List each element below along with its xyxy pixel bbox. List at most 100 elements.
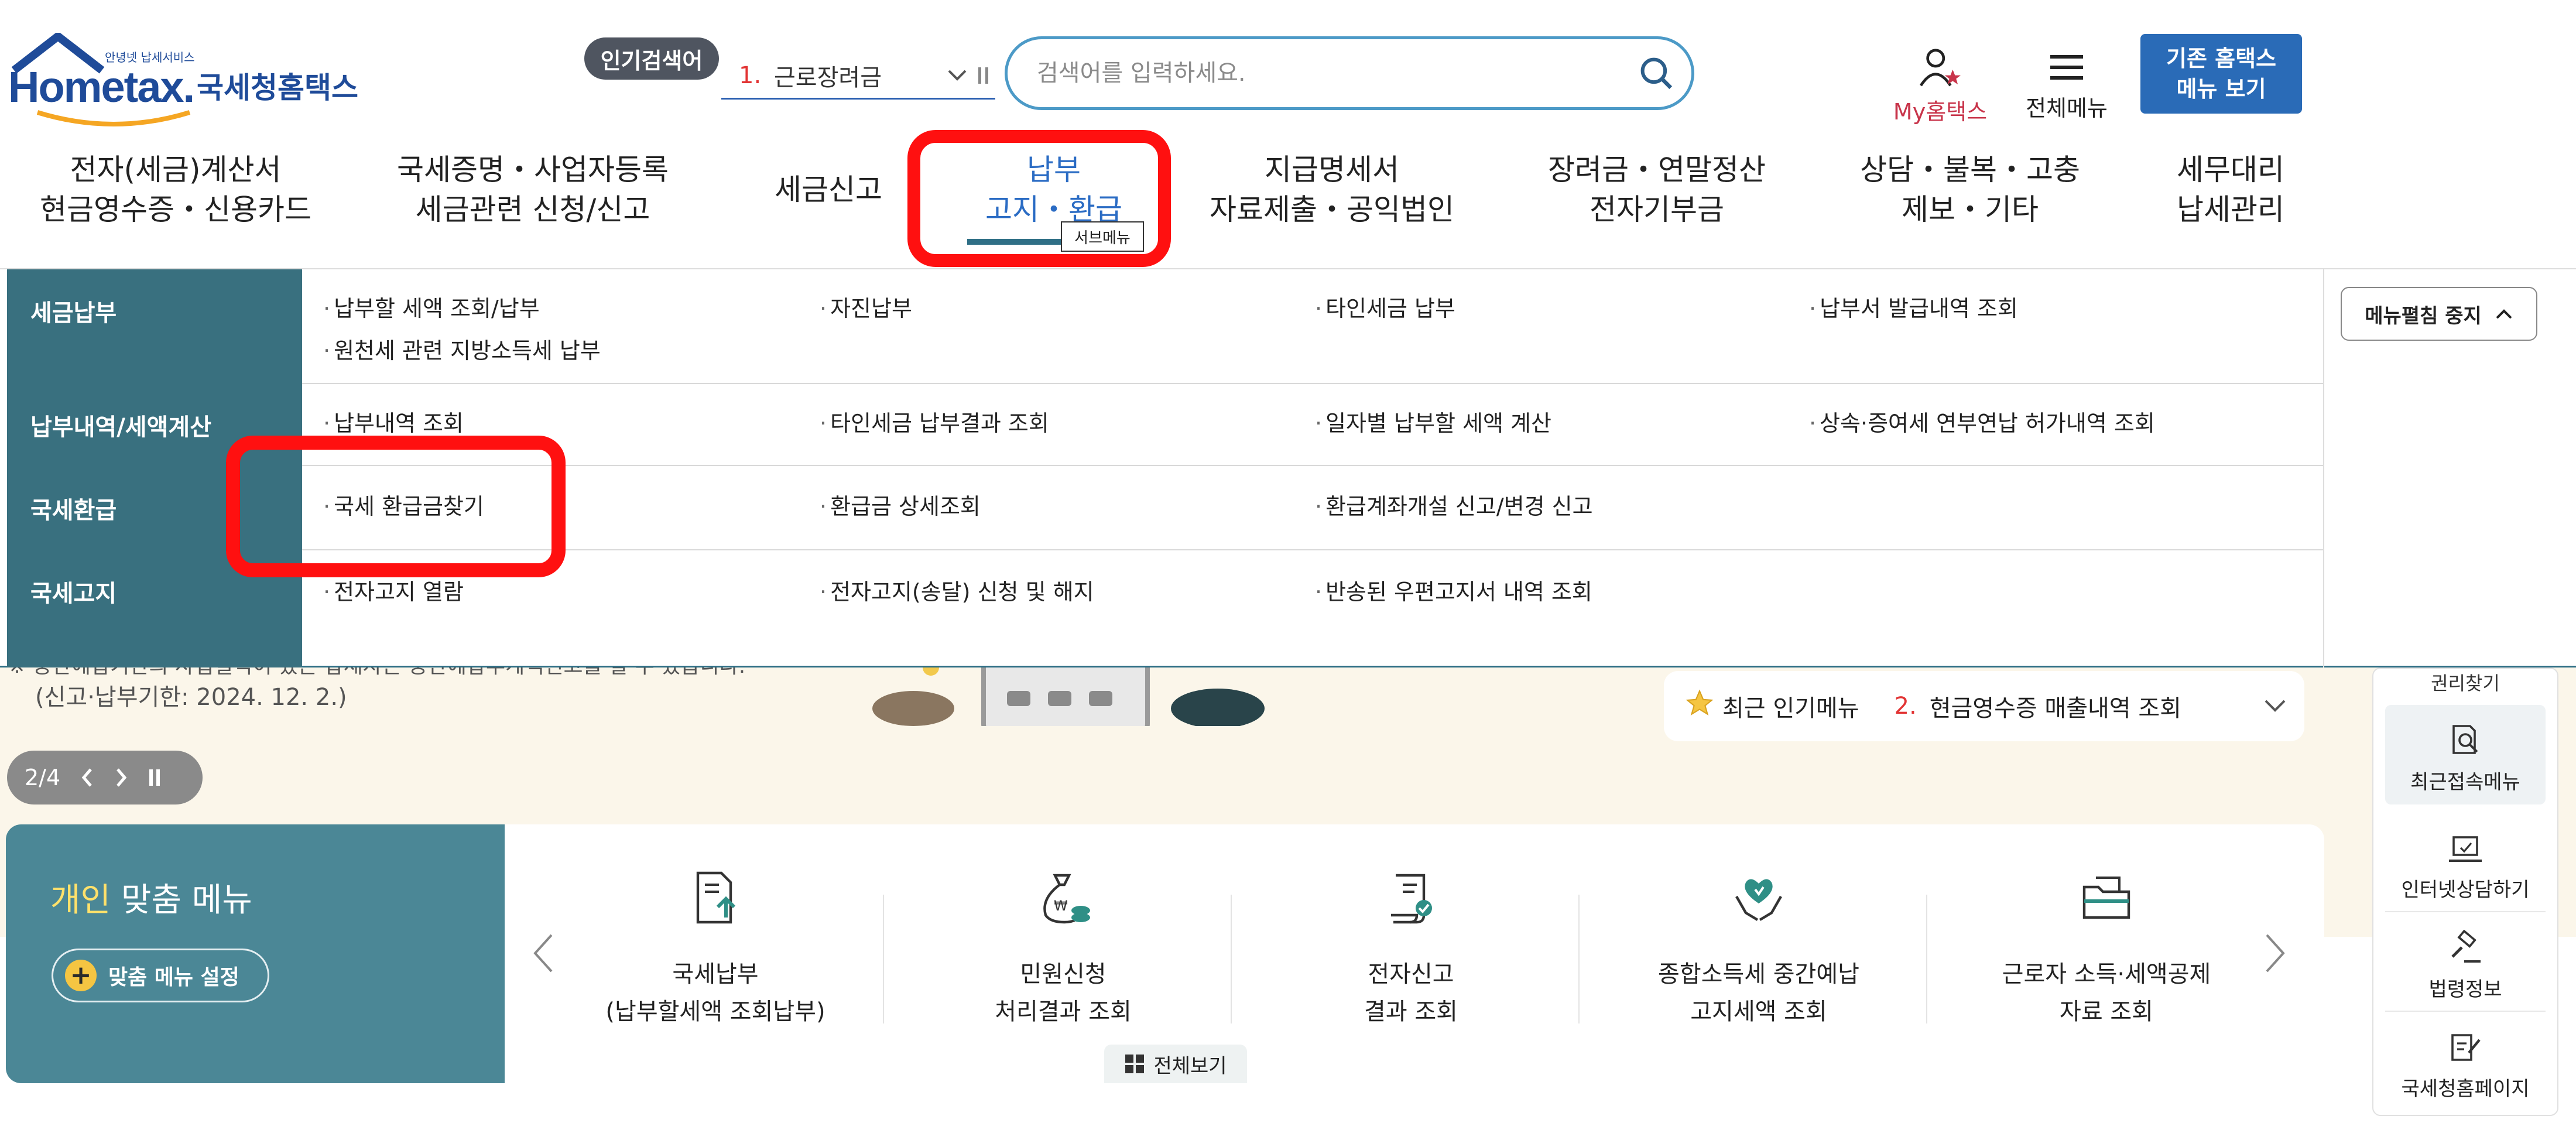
legacy-line1: 기존 홈택스 <box>2166 46 2277 71</box>
heart-hands-icon <box>1735 879 1782 921</box>
custom-menu-setting-button[interactable]: + 맞춤 메뉴 설정 <box>52 949 269 1002</box>
chevron-down-icon[interactable] <box>943 61 972 90</box>
popular-menu-item[interactable]: 현금영수증 매출내역 조회 <box>1930 689 2246 723</box>
link-local-income-tax[interactable]: 원천세 관련 지방소득세 납부 <box>323 333 601 365</box>
submenu-row-history: 납부내역 조회 타인세금 납부결과 조회 일자별 납부할 세액 계산 상속·증여… <box>302 384 2323 466</box>
personal-item-line2: 자료 조회 <box>2060 998 2153 1025</box>
gnb-item-statement[interactable]: 지급명세서 자료제출・공익법인 <box>1194 150 1469 244</box>
link-installment-permit[interactable]: 상속·증여세 연부연납 허가내역 조회 <box>1809 405 2155 437</box>
chevron-left-icon <box>533 934 553 973</box>
pager-pause-icon[interactable] <box>148 768 162 787</box>
link-payment-history[interactable]: 납부내역 조회 <box>323 405 464 437</box>
category-tax-payment[interactable]: 세금납부 <box>7 269 302 384</box>
search-icon[interactable] <box>1621 39 1691 107</box>
document-search-icon <box>2452 725 2478 754</box>
link-daily-tax-calc[interactable]: 일자별 납부할 세액 계산 <box>1315 405 1551 437</box>
quick-item-rights[interactable]: 권리찾기 <box>2373 669 2557 692</box>
link-refund-account[interactable]: 환급계좌개설 신고/변경 신고 <box>1315 488 1592 521</box>
link-other-payment-result[interactable]: 타인세금 납부결과 조회 <box>820 405 1049 437</box>
personal-item-line1: 종합소득세 중간예납 <box>1658 961 1859 988</box>
view-all-button[interactable]: 전체보기 <box>1104 1045 1247 1083</box>
divider <box>883 895 884 1023</box>
gnb-line2: 현금영수증・신용카드 <box>40 193 311 227</box>
gnb-line1: 세무대리 <box>2177 153 2284 187</box>
scroll-check-icon <box>1391 874 1432 924</box>
personal-title-accent: 개인 <box>50 881 111 919</box>
gnb-line1: 전자(세금)계산서 <box>70 153 282 187</box>
gnb-line1: 상담・불복・고충 <box>1860 153 2080 187</box>
divider <box>1926 895 1927 1023</box>
my-hometax-button[interactable]: My홈택스 <box>1888 47 1993 126</box>
stop-menu-expand-button[interactable]: 메뉴펼침 중지 <box>2341 287 2537 341</box>
laptop-icon <box>2449 836 2482 862</box>
gnb-item-invoice[interactable]: 전자(세금)계산서 현금영수증・신용카드 <box>29 150 322 244</box>
link-other-tax-payment[interactable]: 타인세금 납부 <box>1315 290 1455 323</box>
gnb-line1: 국세증명・사업자등록 <box>397 153 669 187</box>
link-e-notice-view[interactable]: 전자고지 열람 <box>323 574 464 606</box>
link-e-notice-apply[interactable]: 전자고지(송달) 신청 및 해지 <box>820 574 1094 606</box>
popular-menu-ticker[interactable]: 최근 인기메뉴 2. 현금영수증 매출내역 조회 <box>1664 671 2304 741</box>
user-star-icon <box>1919 49 1961 87</box>
svg-text:₩: ₩ <box>1054 898 1068 914</box>
link-self-payment[interactable]: 자진납부 <box>820 290 912 323</box>
site-header: 안녕넷 납세서비스 Hometax. 국세청홈택스 인기검색어 1. 근로장려금… <box>0 0 2576 135</box>
gnb-item-consult[interactable]: 상담・불복・고충 제보・기타 <box>1844 150 2096 244</box>
quick-item-recent-menu[interactable]: 최근접속메뉴 <box>2385 705 2546 804</box>
popular-search-badge: 인기검색어 <box>584 37 719 80</box>
custom-menu-setting-label: 맞춤 메뉴 설정 <box>108 966 239 990</box>
legacy-hometax-button[interactable]: 기존 홈택스 메뉴 보기 <box>2140 34 2302 114</box>
quick-label: 인터넷상담하기 <box>2401 878 2530 902</box>
personal-item-line2: 고지세액 조회 <box>1690 998 1827 1025</box>
personal-item-line2: (납부할세액 조회납부) <box>605 998 825 1025</box>
quick-label: 최근접속메뉴 <box>2410 771 2520 794</box>
highlight-refund-link <box>226 436 566 577</box>
hamburger-icon <box>2050 55 2083 80</box>
all-menu-label: 전체메뉴 <box>2026 95 2108 121</box>
link-returned-notice[interactable]: 반송된 우편고지서 내역 조회 <box>1315 574 1592 606</box>
gnb-item-certificate[interactable]: 국세증명・사업자등록 세금관련 신청/신고 <box>386 150 679 244</box>
quick-label: 국세청홈페이지 <box>2401 1077 2530 1101</box>
gnb-line1: 세금신고 <box>775 173 882 207</box>
gnb-item-agent[interactable]: 세무대리 납세관리 <box>2143 150 2318 244</box>
personal-next-arrow[interactable] <box>2258 930 2293 977</box>
pager-prev-icon[interactable] <box>80 767 94 788</box>
popular-search-term[interactable]: 근로장려금 <box>774 59 943 93</box>
personal-item-line1: 국세납부 <box>672 961 759 988</box>
gnb-line1: 장려금・연말정산 <box>1548 153 1766 187</box>
pause-icon[interactable] <box>972 64 995 87</box>
gnb-line2: 전자기부금 <box>1590 193 1724 227</box>
stop-menu-label: 메뉴펼침 중지 <box>2365 304 2482 328</box>
logo-korean: 국세청홈택스 <box>197 71 358 105</box>
personal-item-deduction-data[interactable]: 근로자 소득·세액공제 자료 조회 <box>1954 865 2259 1031</box>
link-refund-detail[interactable]: 환급금 상세조회 <box>820 488 981 521</box>
view-all-label: 전체보기 <box>1153 1054 1227 1078</box>
personal-item-e-filing-result[interactable]: 전자신고 결과 조회 <box>1259 865 1563 1031</box>
star-icon <box>1685 689 1714 724</box>
hometax-logo[interactable]: 안녕넷 납세서비스 Hometax. 국세청홈택스 <box>8 33 359 126</box>
all-menu-button[interactable]: 전체메뉴 <box>2020 49 2113 122</box>
quick-item-online-consult[interactable]: 인터넷상담하기 <box>2385 813 2546 912</box>
personal-item-interim-prepay[interactable]: 종합소득세 중간예납 고지세액 조회 <box>1606 865 1911 1031</box>
link-payment-slip-history[interactable]: 납부서 발급내역 조회 <box>1809 290 2018 323</box>
link-pay-tax-inquiry[interactable]: 납부할 세액 조회/납부 <box>323 290 540 323</box>
pager-next-icon[interactable] <box>114 767 128 788</box>
personal-item-tax-payment[interactable]: 국세납부 (납부할세액 조회납부) <box>563 865 868 1031</box>
gnb-item-tax-return[interactable]: 세금신고 <box>755 170 902 263</box>
quick-item-nts-homepage[interactable]: 국세청홈페이지 <box>2385 1012 2546 1111</box>
personal-item-civil-result[interactable]: ₩ 민원신청 처리결과 조회 <box>911 865 1215 1031</box>
gnb-item-incentive[interactable]: 장려금・연말정산 전자기부금 <box>1522 150 1791 244</box>
submenu-side: 메뉴펼침 중지 <box>2323 269 2576 667</box>
quick-item-law-info[interactable]: 법령정보 <box>2385 912 2546 1012</box>
chevron-right-icon <box>2266 934 2285 973</box>
personal-prev-arrow[interactable] <box>526 930 561 977</box>
money-bag-icon: ₩ <box>1043 874 1090 924</box>
search-input[interactable] <box>1008 60 1621 87</box>
logo-swoosh-icon <box>36 110 191 126</box>
search-box <box>1005 36 1694 110</box>
personal-item-line1: 전자신고 <box>1368 961 1454 988</box>
chevron-down-icon[interactable] <box>2246 699 2304 714</box>
popular-menu-rank: 2. <box>1894 693 1917 720</box>
my-hometax-label: My홈택스 <box>1893 99 1988 125</box>
banner-pager: 2/4 <box>7 751 203 804</box>
popular-search-ticker[interactable]: 1. 근로장려금 <box>721 53 995 100</box>
